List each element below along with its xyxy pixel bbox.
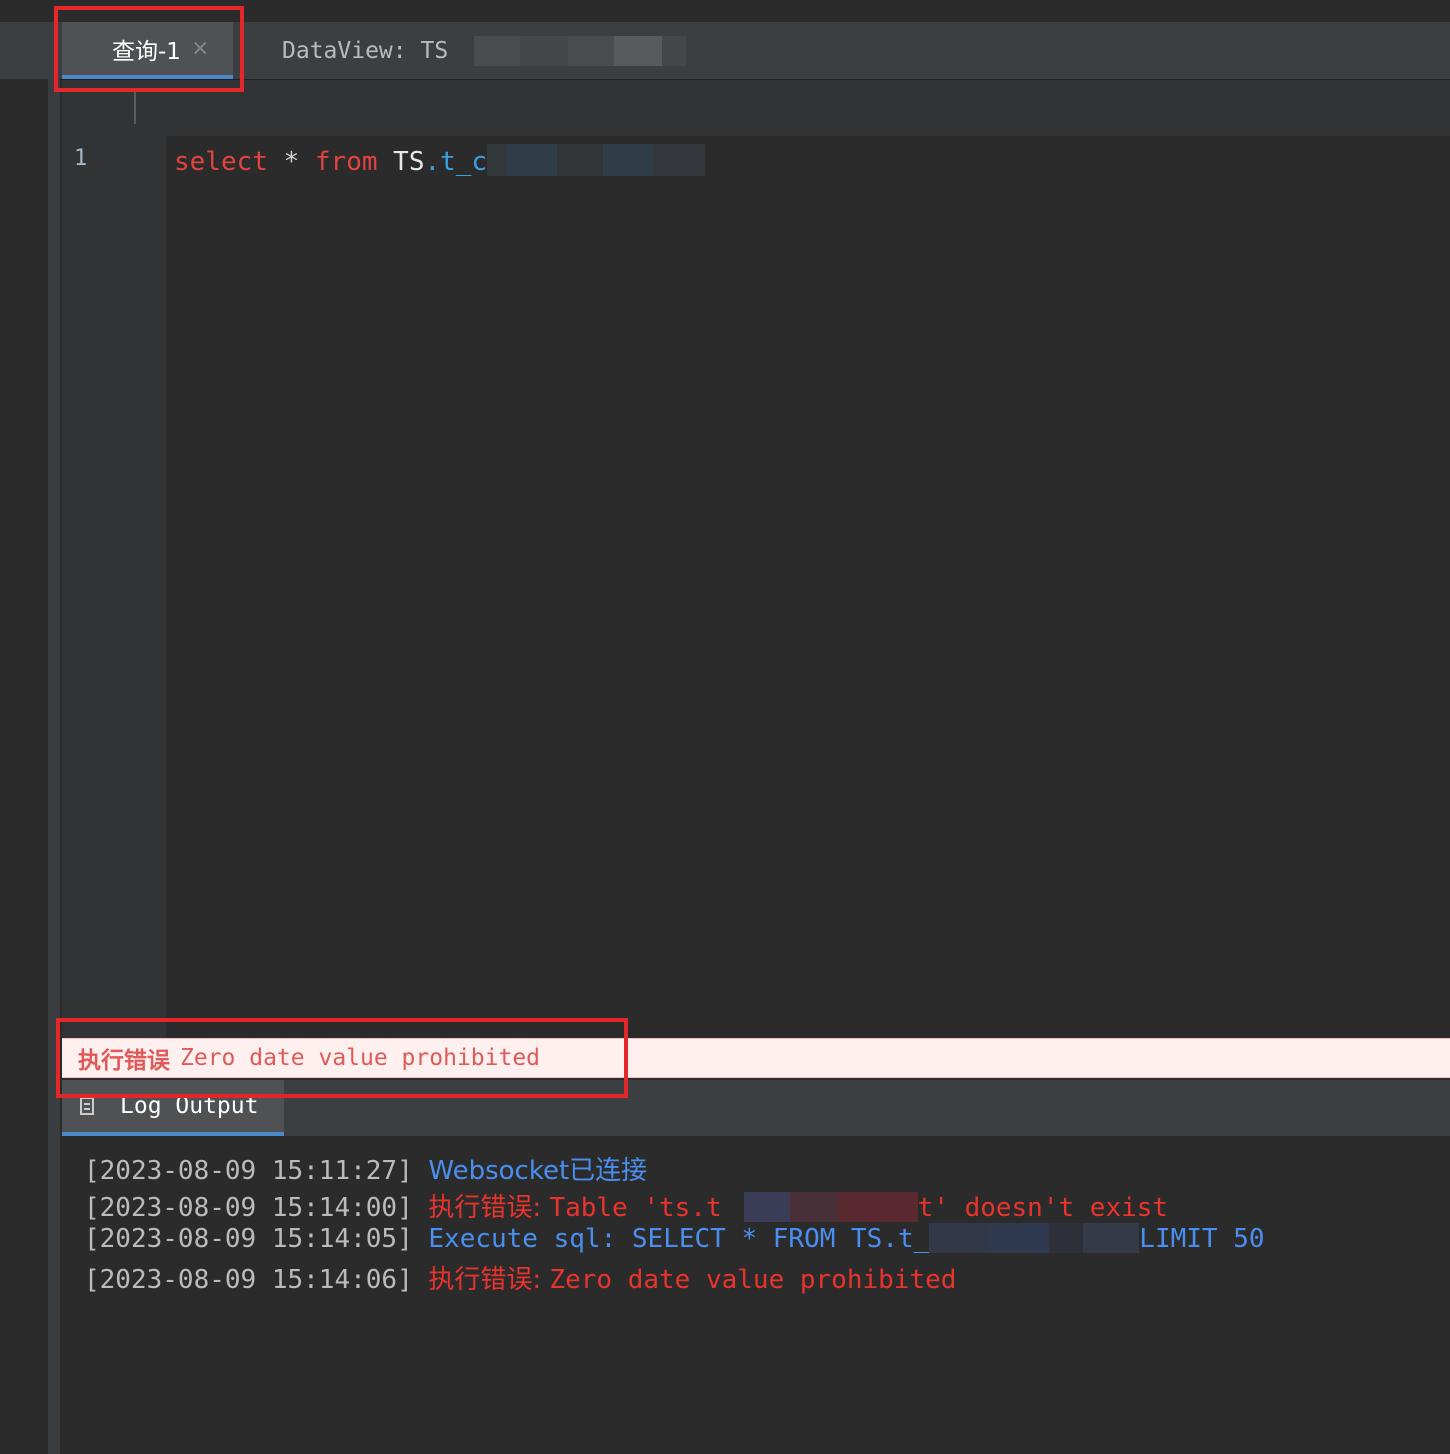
log-message: Websocket已连接 bbox=[428, 1156, 648, 1186]
redacted-block bbox=[614, 35, 663, 66]
error-text: Zero date value prohibited bbox=[180, 1045, 541, 1071]
redacted-block bbox=[507, 144, 558, 176]
redacted-block bbox=[743, 1192, 790, 1222]
editor-toolbar bbox=[62, 80, 1450, 136]
log-message: Zero date value prohibited bbox=[549, 1265, 957, 1295]
redacted-block bbox=[603, 144, 654, 176]
log-line: [2023-08-09 15:14:06] 执行错误: Zero date va… bbox=[84, 1259, 956, 1296]
error-label: 执行错误 bbox=[78, 1048, 170, 1074]
keyword-from: from bbox=[314, 147, 378, 177]
log-timestamp: [2023-08-09 15:11:27] bbox=[84, 1156, 413, 1186]
redacted-block bbox=[520, 35, 569, 66]
keyword-select: select bbox=[174, 147, 268, 177]
log-message-suffix: t' doesn't exist bbox=[917, 1193, 1169, 1223]
redacted-block bbox=[837, 1192, 918, 1222]
sql-editor[interactable] bbox=[166, 136, 1450, 1038]
redacted-block bbox=[568, 35, 615, 66]
tab-label: 查询-1 bbox=[112, 38, 181, 65]
left-rail bbox=[0, 79, 48, 1454]
line-gutter bbox=[62, 136, 166, 1038]
output-tab-bar: Log Output bbox=[62, 1080, 1450, 1136]
tab-query-1[interactable]: 查询-1 × bbox=[62, 22, 233, 79]
operator-star: * bbox=[267, 147, 315, 177]
redacted-block bbox=[1083, 1223, 1140, 1253]
tab-log-output[interactable]: Log Output bbox=[62, 1080, 284, 1136]
tab-dataview[interactable]: DataView: TS bbox=[282, 22, 687, 79]
redacted-block bbox=[929, 1223, 990, 1253]
schema-name: TS bbox=[377, 147, 425, 177]
sql-code-line[interactable]: select * from TS.t_c bbox=[174, 144, 706, 177]
log-timestamp: [2023-08-09 15:14:06] bbox=[84, 1265, 413, 1295]
redacted-block bbox=[474, 35, 521, 66]
log-timestamp: [2023-08-09 15:14:00] bbox=[84, 1193, 413, 1223]
redacted-block bbox=[487, 144, 508, 176]
redacted-block bbox=[1049, 1223, 1084, 1253]
redacted-block bbox=[662, 35, 687, 66]
log-line: [2023-08-09 15:14:00] 执行错误: Table 'ts.t t… bbox=[84, 1187, 1168, 1224]
redacted-block bbox=[789, 1192, 838, 1222]
log-timestamp: [2023-08-09 15:14:05] bbox=[84, 1224, 413, 1254]
log-error-prefix: 执行错误: bbox=[428, 1193, 550, 1223]
log-line: [2023-08-09 15:11:27] Websocket已连接 bbox=[84, 1150, 647, 1187]
log-message-suffix: LIMIT 50 bbox=[1139, 1224, 1265, 1254]
log-message: Table 'ts.t bbox=[549, 1193, 722, 1223]
editor-tab-bar: 查询-1 × DataView: TS bbox=[0, 22, 1450, 80]
close-icon[interactable]: × bbox=[191, 36, 209, 61]
log-line: [2023-08-09 15:14:05] Execute sql: SELEC… bbox=[84, 1223, 1265, 1254]
document-icon bbox=[80, 1097, 94, 1115]
left-scrollbar[interactable] bbox=[48, 79, 60, 1454]
window-top-strip bbox=[0, 0, 1450, 22]
table-name: .t_c bbox=[424, 147, 488, 177]
log-message: Execute sql: SELECT * FROM TS.t_ bbox=[428, 1224, 930, 1254]
redacted-block bbox=[653, 144, 706, 176]
error-message-bar: 执行错误 Zero date value prohibited bbox=[62, 1038, 1450, 1078]
line-number: 1 bbox=[74, 146, 88, 171]
toolbar-separator bbox=[134, 92, 136, 124]
redacted-block bbox=[557, 144, 604, 176]
redacted-block bbox=[989, 1223, 1050, 1253]
tab-label: Log Output bbox=[120, 1093, 259, 1119]
log-error-prefix: 执行错误: bbox=[428, 1265, 550, 1295]
tab-label: DataView: TS bbox=[282, 37, 449, 64]
